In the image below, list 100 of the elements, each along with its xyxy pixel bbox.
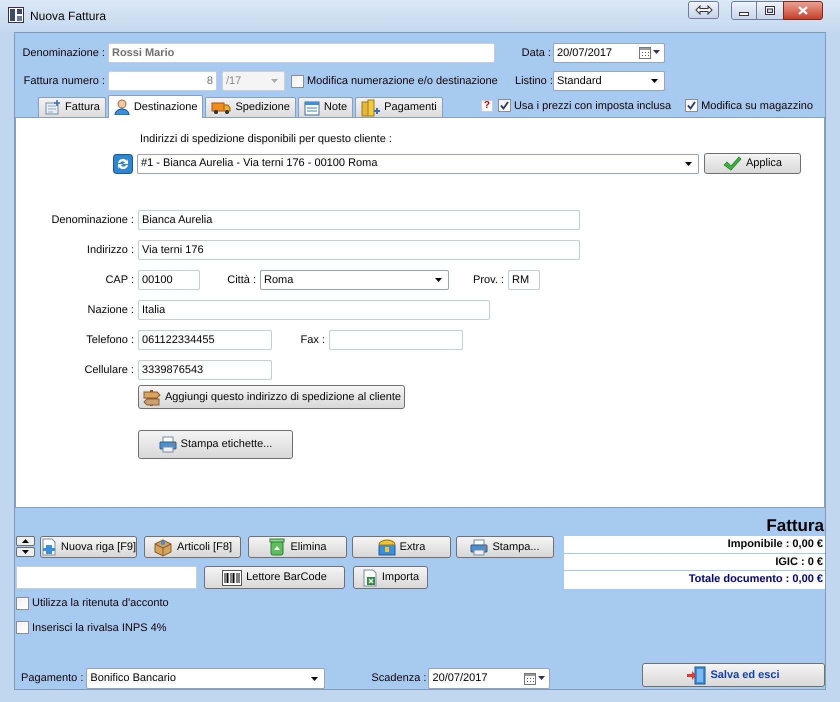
- window-title: Nuova Fattura: [30, 8, 106, 25]
- door-icon: [687, 666, 706, 684]
- date-field[interactable]: 20/07/2017: [428, 668, 550, 689]
- input-field[interactable]: Via terni 176: [138, 240, 580, 260]
- tab[interactable]: Pagamenti: [355, 97, 443, 117]
- refresh-icon: [112, 154, 132, 174]
- box-icon: [152, 538, 173, 556]
- checkbox[interactable]: [498, 99, 511, 112]
- caret-icon: [435, 278, 442, 282]
- save-exit-button[interactable]: Salva ed esci: [642, 663, 825, 687]
- field-label: Data :: [520, 46, 551, 61]
- app-icon: [8, 7, 24, 23]
- tab-label: Pagamenti: [384, 100, 437, 116]
- input-field[interactable]: Bianca Aurelia: [138, 210, 580, 230]
- tab-label: Spedizione: [235, 100, 290, 116]
- calendar-icon: [639, 47, 660, 59]
- down-arrow-icon: [22, 550, 29, 554]
- toolbar-button[interactable]: Nuova riga [F9]: [40, 536, 137, 558]
- tab[interactable]: Spedizione: [205, 97, 296, 117]
- field-label: Prov. :: [472, 272, 504, 288]
- field-label: Telefono :: [85, 332, 134, 348]
- dropdown[interactable]: Standard: [553, 71, 665, 91]
- caret-icon: [651, 79, 658, 83]
- tab[interactable]: Destinazione: [108, 95, 204, 118]
- input-field[interactable]: [329, 330, 463, 350]
- field-label: Nazione :: [86, 302, 134, 318]
- signpost-icon: [142, 388, 161, 406]
- field-label: Listino :: [515, 74, 551, 89]
- field-label: Indirizzo :: [86, 242, 134, 258]
- input-field[interactable]: Rossi Mario: [108, 43, 495, 63]
- move-up-button[interactable]: [16, 536, 35, 546]
- field-label: Pagamento :: [21, 670, 84, 686]
- import-button[interactable]: Importa: [353, 566, 428, 589]
- toolbar-button[interactable]: Articoli [F8]: [144, 536, 241, 558]
- input-field[interactable]: 00100: [138, 270, 200, 290]
- refresh-button[interactable]: [112, 153, 133, 174]
- bin-icon: [268, 538, 286, 556]
- minimize-icon: [739, 12, 749, 16]
- barcode-icon: [222, 570, 242, 586]
- field-label: Scadenza :: [371, 670, 426, 686]
- barcode-reader-button[interactable]: Lettore BarCode: [204, 566, 345, 589]
- checkbox[interactable]: [291, 74, 304, 88]
- calendar-icon: [524, 672, 545, 684]
- field-label: Denominazione :: [21, 46, 105, 61]
- payment-dropdown[interactable]: Bonifico Bancario: [86, 668, 326, 689]
- field-label: Denominazione :: [50, 212, 134, 228]
- tab[interactable]: Note: [298, 97, 354, 117]
- toolbar-button[interactable]: Elimina: [248, 536, 347, 558]
- field-label: Fax :: [300, 332, 325, 348]
- caret-icon: [311, 676, 318, 680]
- dropdown[interactable]: Roma: [260, 270, 449, 290]
- up-arrow-icon: [22, 539, 29, 543]
- close-button[interactable]: [783, 1, 823, 20]
- maximize-button[interactable]: [757, 1, 783, 20]
- checkbox[interactable]: [16, 596, 29, 610]
- apply-button[interactable]: Applica: [704, 153, 801, 174]
- maximize-icon: [765, 6, 775, 15]
- spreadsheet-icon: [362, 568, 378, 586]
- input-field[interactable]: Italia: [138, 300, 490, 320]
- minimize-button[interactable]: [731, 1, 757, 20]
- toolbar-button[interactable]: Stampa...: [456, 536, 554, 558]
- move-down-button[interactable]: [16, 547, 35, 557]
- barcode-input-field[interactable]: [16, 566, 197, 589]
- print-labels-button[interactable]: Stampa etichette...: [138, 430, 293, 459]
- document-plus-icon: [40, 538, 57, 556]
- input-field[interactable]: RM: [508, 270, 540, 290]
- checkbox-label: Inserisci la rivalsa INPS 4%: [32, 620, 166, 636]
- printer-icon: [470, 538, 488, 556]
- field-label: CAP :: [104, 272, 134, 288]
- checkbox-label: Modifica numerazione e/o destinazione: [307, 74, 498, 89]
- printer-icon: [158, 436, 177, 453]
- resize-button[interactable]: [688, 1, 719, 19]
- address-dropdown[interactable]: #1 - Bianca Aurelia - Via terni 176 - 00100 Roma: [137, 154, 699, 174]
- toolbar-button[interactable]: Extra: [352, 536, 451, 558]
- truck-icon: [211, 100, 232, 115]
- total-line: Totale documento : 0,00 €: [564, 570, 825, 587]
- coins-icon: [361, 98, 380, 116]
- tab-label: Destinazione: [134, 100, 198, 115]
- input-field[interactable]: 8: [108, 71, 217, 91]
- tab[interactable]: Fattura: [38, 97, 106, 117]
- caret-icon: [685, 162, 692, 166]
- tab-label: Note: [324, 100, 348, 116]
- close-icon: [798, 6, 808, 15]
- field-label: Città :: [226, 272, 256, 288]
- person-icon: [114, 99, 130, 115]
- document-icon: [44, 100, 61, 115]
- input-field[interactable]: 061122334455: [138, 330, 272, 350]
- section-title: Fattura: [766, 516, 824, 536]
- add-address-button[interactable]: Aggiungi questo indirizzo di spedizione al cliente: [138, 385, 405, 409]
- help-icon[interactable]: ?: [480, 100, 493, 112]
- checkbox-label: Utilizza la ritenuta d'acconto: [32, 596, 169, 611]
- field-label: Indirizzi di spedizione disponibili per questo cliente :: [140, 132, 393, 146]
- checkbox[interactable]: [16, 621, 29, 634]
- checkbox[interactable]: [685, 99, 698, 112]
- total-line: Imponibile : 0,00 €: [726, 537, 824, 552]
- input-field[interactable]: 3339876543: [138, 360, 272, 380]
- caret-icon: [271, 79, 278, 83]
- chest-icon: [378, 538, 396, 556]
- date-field[interactable]: 20/07/2017: [553, 43, 665, 63]
- total-line: IGIC : 0 €: [564, 553, 825, 570]
